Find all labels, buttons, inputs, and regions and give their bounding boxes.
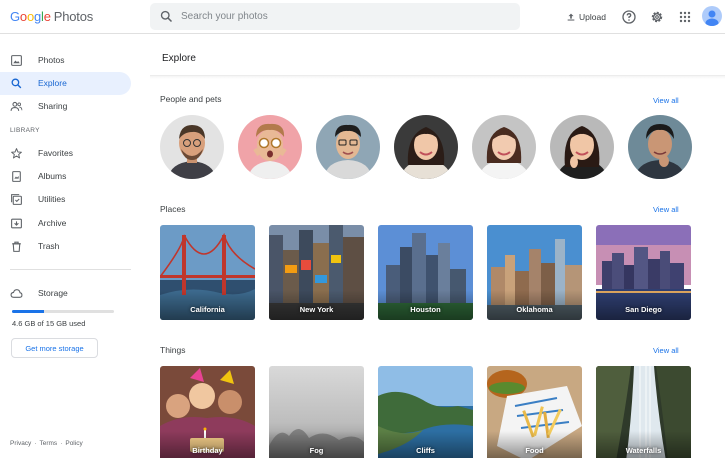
footer-separator: · [60, 440, 63, 447]
places-view-all-link[interactable]: View all [653, 205, 679, 214]
thing-tile[interactable]: Cliffs [378, 366, 473, 458]
place-tile[interactable]: California [160, 225, 255, 320]
storage-progress-fill [12, 310, 44, 313]
terms-link[interactable]: Terms [39, 440, 57, 447]
sidebar-item-sharing[interactable]: Sharing [0, 95, 131, 118]
top-bar: GooglePhotos Upload [0, 0, 725, 34]
place-tile-label: San Diego [625, 305, 662, 314]
place-tile-label: New York [299, 305, 334, 314]
person-thumbnail[interactable] [316, 115, 380, 179]
sidebar-item-albums[interactable]: Albums [0, 165, 131, 188]
thing-tile-label: Waterfalls [625, 446, 662, 455]
person-thumbnail[interactable] [394, 115, 458, 179]
logo-letter: e [43, 9, 51, 24]
place-tile-label: Oklahoma [516, 305, 553, 314]
main-content: Explore People and pets View all Places … [140, 35, 725, 458]
sidebar-item-photos[interactable]: Photos [0, 49, 131, 72]
place-tile[interactable]: San Diego [596, 225, 691, 320]
person-thumbnail[interactable] [550, 115, 614, 179]
sidebar-item-archive[interactable]: Archive [0, 212, 131, 235]
logo-letter: G [10, 9, 20, 24]
person-thumbnail[interactable] [628, 115, 692, 179]
settings-icon[interactable] [649, 9, 665, 25]
help-icon[interactable] [621, 9, 637, 25]
search-input[interactable] [181, 3, 501, 30]
things-row: Birthday Fog Cliffs Food Waterfalls [160, 366, 691, 458]
people-row [160, 115, 692, 179]
person-thumbnail[interactable] [238, 115, 302, 179]
page-title: Explore [162, 53, 196, 64]
album-icon [12, 171, 21, 182]
thing-tile-label: Cliffs [416, 446, 435, 455]
sidebar-item-label: Photos [38, 55, 65, 65]
sidebar-item-explore[interactable]: Explore [0, 72, 131, 95]
upload-icon [567, 13, 575, 21]
search-icon [160, 10, 173, 23]
thing-tile[interactable]: Fog [269, 366, 364, 458]
sidebar-item-trash[interactable]: Trash [0, 235, 131, 258]
policy-link[interactable]: Policy [65, 440, 82, 447]
storage-used-text: 4.6 GB of 15 GB used [12, 319, 86, 328]
sidebar-item-utilities[interactable]: Utilities [0, 188, 131, 211]
thing-tile[interactable]: Food [487, 366, 582, 458]
upload-label: Upload [579, 12, 606, 22]
star-icon [11, 148, 22, 159]
logo-letter: o [19, 9, 27, 24]
account-avatar-icon[interactable] [702, 6, 722, 26]
utilities-icon [11, 194, 22, 205]
thing-tile[interactable]: Waterfalls [596, 366, 691, 458]
upload-button[interactable]: Upload [566, 9, 606, 25]
logo-letter: g [33, 9, 42, 24]
people-section-title: People and pets [160, 94, 222, 104]
archive-icon [11, 218, 22, 229]
trash-icon [12, 241, 21, 252]
place-tile-label: California [190, 305, 225, 314]
thing-tile-label: Fog [309, 446, 324, 455]
storage-progress-bar [12, 310, 114, 313]
get-more-storage-button[interactable]: Get more storage [11, 338, 98, 358]
footer-separator: · [34, 440, 37, 447]
place-tile[interactable]: Oklahoma [487, 225, 582, 320]
sidebar-item-favorites[interactable]: Favorites [0, 142, 131, 165]
sidebar: Photos Explore Sharing LIBRARY Favorites… [0, 35, 140, 458]
footer-links: Privacy · Terms · Policy [10, 440, 83, 447]
photo-icon [11, 55, 22, 66]
thing-tile[interactable]: Birthday [160, 366, 255, 458]
sidebar-item-storage[interactable]: Storage [0, 282, 131, 305]
sidebar-item-label: Favorites [38, 148, 73, 158]
thing-tile-label: Food [525, 446, 544, 455]
sidebar-item-label: Storage [38, 288, 68, 298]
sidebar-item-label: Sharing [38, 101, 68, 111]
people-icon [10, 101, 23, 111]
privacy-link[interactable]: Privacy [10, 440, 31, 447]
things-view-all-link[interactable]: View all [653, 346, 679, 355]
things-section-title: Things [160, 345, 186, 355]
cloud-icon [10, 289, 23, 298]
places-section-title: Places [160, 204, 186, 214]
sidebar-item-label: Trash [38, 241, 60, 251]
sidebar-item-label: Albums [38, 171, 67, 181]
google-photos-logo[interactable]: Google Photos [10, 9, 93, 24]
place-tile[interactable]: Houston [378, 225, 473, 320]
place-tile[interactable]: New York [269, 225, 364, 320]
places-row: California New York Houston Oklahoma San… [160, 225, 691, 320]
sidebar-item-label: Utilities [38, 194, 66, 204]
logo-letter: o [26, 9, 34, 24]
person-thumbnail[interactable] [472, 115, 536, 179]
sidebar-item-label: Explore [38, 78, 67, 88]
sidebar-divider [10, 269, 131, 270]
search-bar[interactable] [150, 3, 520, 30]
library-heading: LIBRARY [10, 127, 40, 134]
logo-product-name: Photos [53, 9, 94, 24]
sidebar-item-label: Archive [38, 218, 67, 228]
search-icon [11, 78, 22, 89]
thing-tile-label: Birthday [192, 446, 223, 455]
title-divider-shadow [150, 76, 725, 79]
people-view-all-link[interactable]: View all [653, 96, 679, 105]
place-tile-label: Houston [410, 305, 441, 314]
person-thumbnail[interactable] [160, 115, 224, 179]
apps-grid-icon[interactable] [677, 9, 693, 25]
